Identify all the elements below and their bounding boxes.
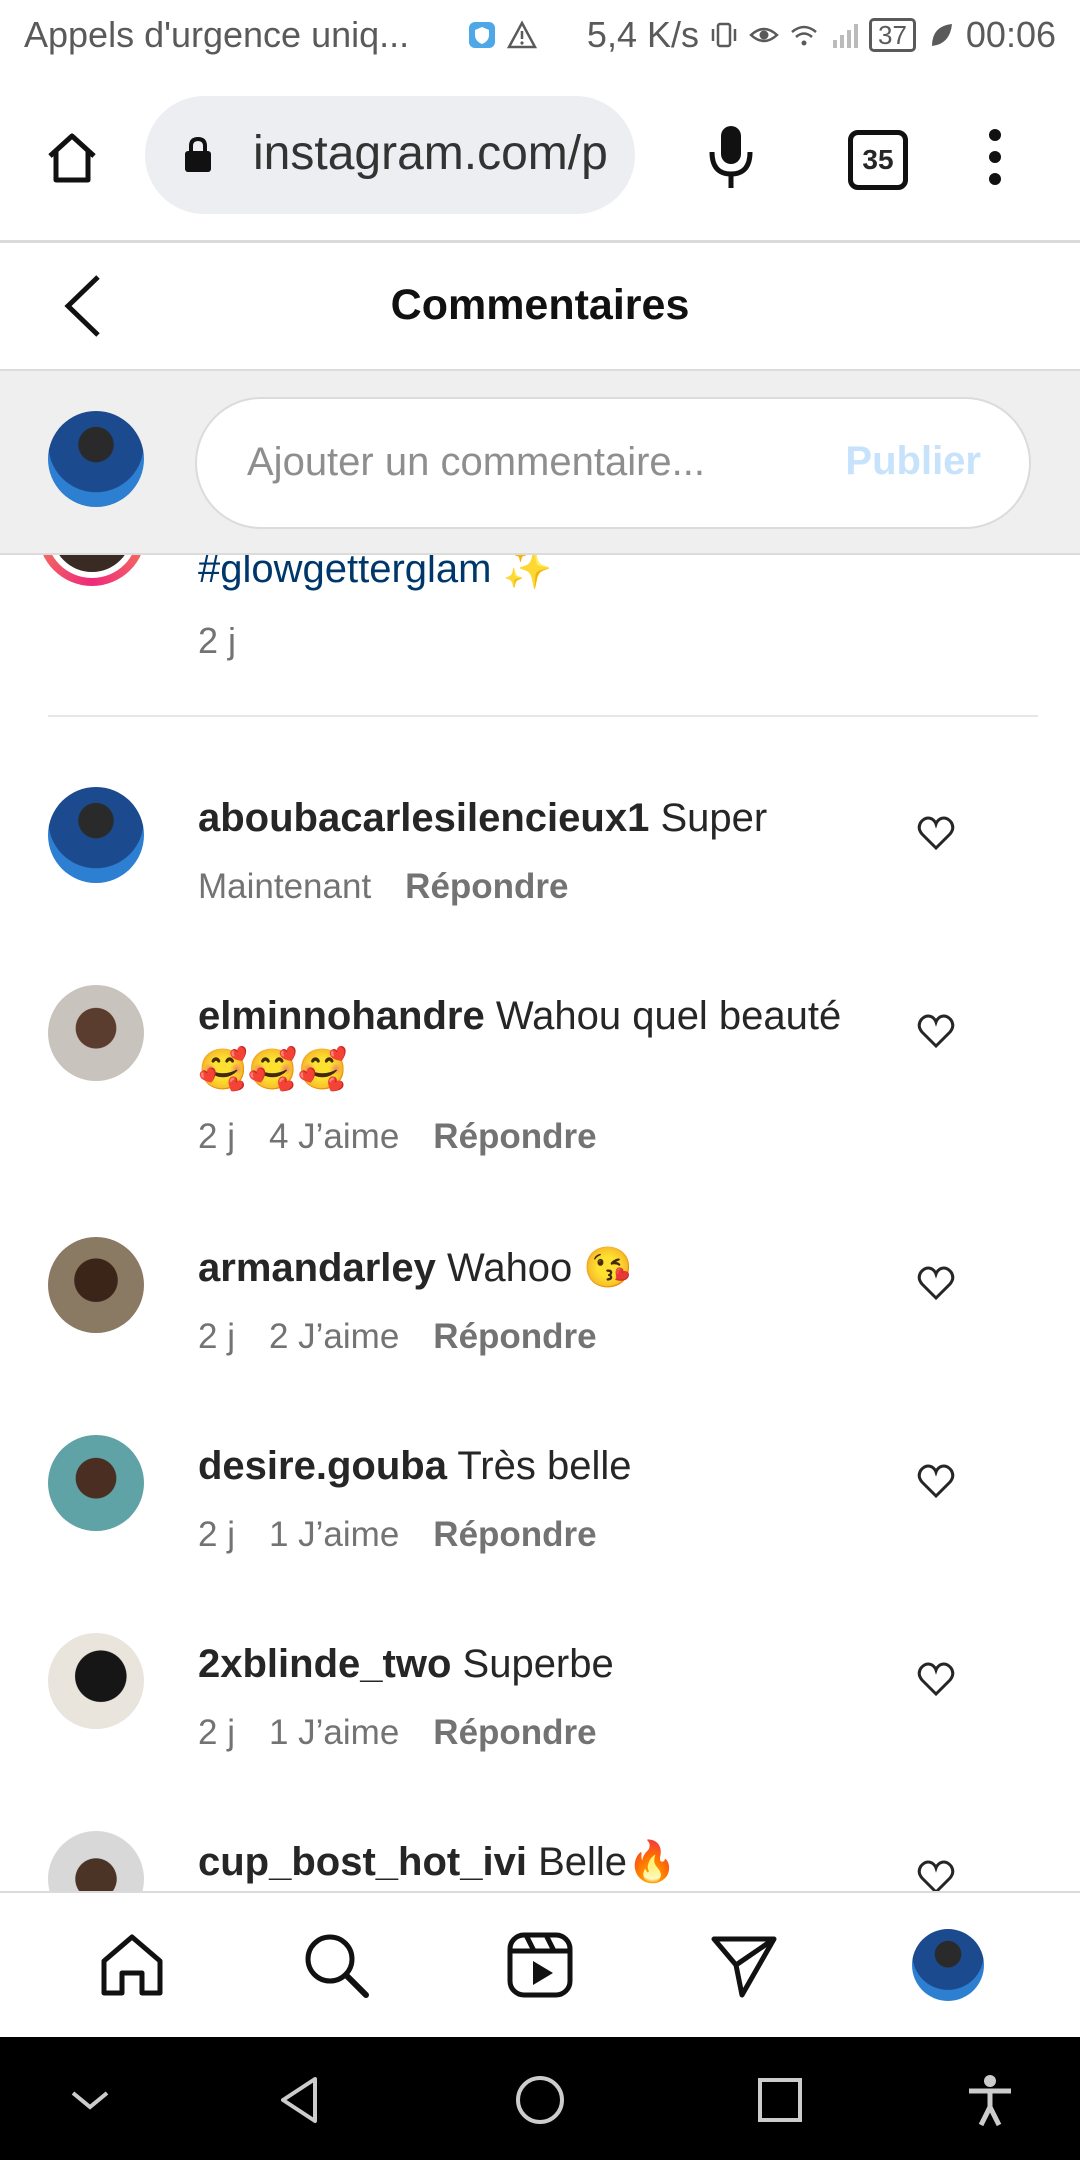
reels-icon[interactable] bbox=[504, 1929, 576, 2001]
page-title: Commentaires bbox=[390, 281, 690, 329]
profile-avatar[interactable] bbox=[912, 1929, 984, 2001]
status-notification: Appels d'urgence uniq... bbox=[24, 14, 410, 55]
comment-time: 2 j bbox=[198, 1117, 235, 1156]
system-navigation-bar bbox=[0, 2037, 1080, 2160]
comment-time: 2 j bbox=[198, 1515, 235, 1554]
comment-text: Wahoo 😘 bbox=[447, 1246, 634, 1290]
avatar[interactable] bbox=[48, 985, 144, 1081]
comment-input[interactable] bbox=[245, 429, 809, 495]
avatar[interactable] bbox=[48, 1435, 144, 1531]
reply-button[interactable]: Répondre bbox=[433, 1515, 596, 1554]
browser-toolbar: instagram.com/p 35 bbox=[0, 72, 1080, 243]
browser-home-icon[interactable] bbox=[42, 128, 102, 188]
comment-time: Maintenant bbox=[198, 867, 372, 906]
lock-icon bbox=[185, 136, 211, 172]
status-bar: Appels d'urgence uniq... 5,4 K/s 37 00:0… bbox=[0, 0, 1080, 72]
back-icon[interactable] bbox=[273, 2073, 327, 2127]
home-circle-icon[interactable] bbox=[513, 2073, 567, 2127]
comment-username[interactable]: elminnohandre bbox=[198, 994, 485, 1038]
recents-icon[interactable] bbox=[753, 2073, 807, 2127]
mic-icon[interactable] bbox=[706, 122, 756, 192]
comment-text: Super bbox=[660, 796, 768, 840]
reply-button[interactable]: Répondre bbox=[433, 1317, 596, 1356]
tab-switcher-button[interactable]: 35 bbox=[848, 130, 908, 190]
heart-icon[interactable] bbox=[916, 813, 956, 853]
comment-username[interactable]: aboubacarlesilencieux1 bbox=[198, 796, 649, 840]
comment-username[interactable]: cup_bost_hot_ivi bbox=[198, 1840, 527, 1884]
avatar[interactable] bbox=[48, 411, 144, 507]
comment-text: Superbe bbox=[462, 1642, 614, 1686]
avatar[interactable] bbox=[48, 1633, 144, 1729]
comment-input-bar: Publier bbox=[0, 371, 1080, 555]
reply-button[interactable]: Répondre bbox=[433, 1713, 596, 1752]
heart-icon[interactable] bbox=[916, 1263, 956, 1303]
divider bbox=[48, 715, 1038, 717]
comment-likes[interactable]: 1 J’aime bbox=[269, 1713, 399, 1752]
search-icon[interactable] bbox=[300, 1929, 372, 2001]
comment-username[interactable]: 2xblinde_two bbox=[198, 1642, 451, 1686]
url-text[interactable]: instagram.com/p bbox=[253, 126, 613, 181]
accessibility-icon[interactable] bbox=[963, 2073, 1017, 2127]
heart-icon[interactable] bbox=[916, 1461, 956, 1501]
caption-time: 2 j bbox=[198, 620, 237, 661]
publish-button[interactable]: Publier bbox=[845, 439, 981, 484]
comment-likes[interactable]: 4 J’aime bbox=[269, 1117, 399, 1156]
comment-row: cup_bost_hot_ivi Belle🔥 bbox=[0, 1831, 1080, 1891]
clock: 00:06 bbox=[965, 14, 1056, 55]
comment-time: 2 j bbox=[198, 1317, 235, 1356]
reply-button[interactable]: Répondre bbox=[433, 1117, 596, 1156]
heart-icon[interactable] bbox=[916, 1857, 956, 1891]
avatar[interactable] bbox=[48, 1237, 144, 1333]
home-icon[interactable] bbox=[96, 1929, 168, 2001]
bottom-navigation bbox=[0, 1891, 1080, 2039]
avatar[interactable] bbox=[48, 787, 144, 883]
heart-icon[interactable] bbox=[916, 1011, 956, 1051]
vibrate-icon bbox=[711, 22, 737, 48]
wifi-icon bbox=[791, 25, 817, 46]
comment-username[interactable]: desire.gouba bbox=[198, 1444, 447, 1488]
network-speed: 5,4 K/s bbox=[586, 14, 699, 55]
comment-likes[interactable]: 1 J’aime bbox=[269, 1515, 399, 1554]
avatar[interactable] bbox=[48, 1831, 144, 1891]
comment-time: 2 j bbox=[198, 1713, 235, 1752]
comment-username[interactable]: armandarley bbox=[198, 1246, 436, 1290]
warning-icon bbox=[506, 20, 537, 49]
eye-icon bbox=[749, 27, 779, 43]
comment-likes[interactable]: 2 J’aime bbox=[269, 1317, 399, 1356]
more-vert-icon[interactable] bbox=[983, 127, 1007, 187]
reply-button[interactable]: Répondre bbox=[405, 867, 568, 906]
comments-header: Commentaires bbox=[0, 243, 1080, 371]
shield-icon bbox=[468, 22, 495, 48]
signal-icon bbox=[832, 24, 858, 48]
comment-input-box[interactable]: Publier bbox=[195, 397, 1031, 529]
comment-text: Très belle bbox=[457, 1444, 632, 1488]
leaf-icon bbox=[931, 24, 952, 46]
heart-icon[interactable] bbox=[916, 1659, 956, 1699]
direct-icon[interactable] bbox=[708, 1929, 780, 2001]
comment-text: Belle🔥 bbox=[538, 1840, 677, 1884]
battery-level: 37 bbox=[868, 18, 916, 52]
chevron-down-icon[interactable] bbox=[63, 2073, 117, 2127]
address-bar[interactable]: instagram.com/p bbox=[145, 96, 635, 214]
